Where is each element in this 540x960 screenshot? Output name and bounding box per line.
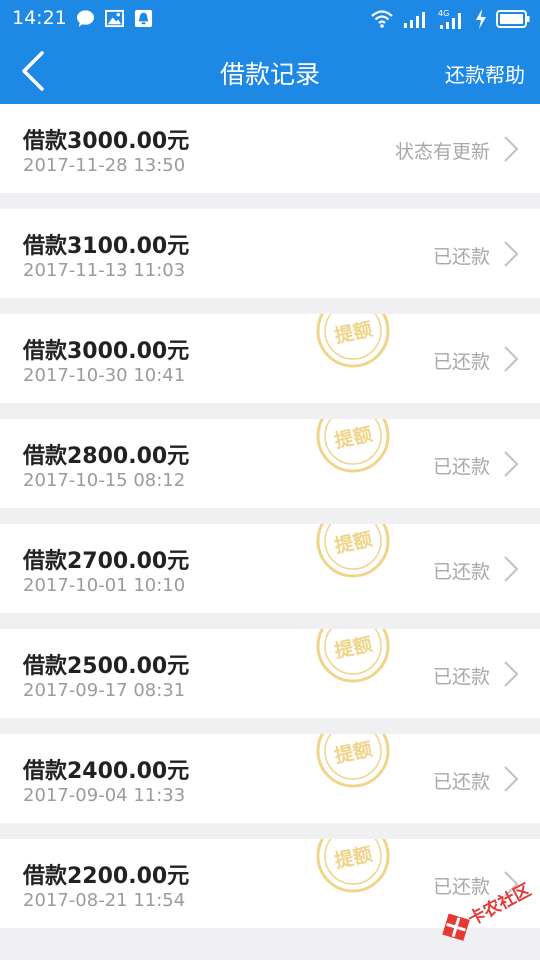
chat-bubble-icon	[76, 10, 95, 28]
stamp-text: 提额	[332, 842, 374, 872]
stamp-text: 提额	[332, 317, 374, 347]
loan-status: 已还款	[432, 246, 490, 268]
quota-raise-stamp-icon: 提额	[316, 419, 390, 473]
loan-amount: 借款2200.00元	[23, 864, 190, 889]
system-icons: 4G	[370, 8, 530, 30]
loan-amount: 借款3000.00元	[23, 129, 190, 154]
chevron-right-icon	[504, 136, 519, 162]
loan-date: 2017-10-15 08:12	[23, 470, 186, 491]
loan-status: 已还款	[432, 456, 490, 478]
chevron-right-icon	[504, 661, 519, 687]
loan-status: 已还款	[432, 561, 490, 583]
loan-status: 已还款	[432, 666, 490, 688]
chevron-right-icon	[504, 241, 519, 267]
loan-date: 2017-11-28 13:50	[23, 155, 186, 176]
loan-record-item[interactable]: 借款3000.00元 2017-11-28 13:50 状态有更新	[0, 104, 540, 193]
loan-date: 2017-09-04 11:33	[23, 785, 186, 806]
loan-amount: 借款3100.00元	[23, 234, 190, 259]
quota-raise-stamp-icon: 提额	[316, 734, 390, 788]
chevron-right-icon	[504, 556, 519, 582]
signal-icon	[404, 12, 425, 28]
chevron-right-icon	[504, 346, 519, 372]
image-icon	[105, 9, 124, 28]
loan-record-item[interactable]: 提额 借款2400.00元 2017-09-04 11:33 已还款	[0, 734, 540, 823]
quota-raise-stamp-icon: 提额	[316, 629, 390, 683]
app-notification-icon	[134, 9, 153, 28]
loan-amount: 借款3000.00元	[23, 339, 190, 364]
loan-status: 已还款	[432, 351, 490, 373]
loan-record-item[interactable]: 借款3100.00元 2017-11-13 11:03 已还款	[0, 209, 540, 298]
loan-date: 2017-09-17 08:31	[23, 680, 186, 701]
stamp-text: 提额	[332, 737, 374, 767]
watermark-text: 卡农社区	[465, 879, 535, 929]
svg-text:4G: 4G	[438, 9, 449, 18]
loan-status: 已还款	[432, 771, 490, 793]
battery-icon	[496, 10, 530, 28]
stamp-text: 提额	[332, 527, 374, 557]
loan-date: 2017-11-13 11:03	[23, 260, 186, 281]
loan-amount: 借款2800.00元	[23, 444, 190, 469]
loan-record-item[interactable]: 提额 借款3000.00元 2017-10-30 10:41 已还款	[0, 314, 540, 403]
loan-date: 2017-10-30 10:41	[23, 365, 186, 386]
wifi-icon	[371, 10, 393, 28]
chevron-right-icon	[504, 451, 519, 477]
loan-record-item[interactable]: 提额 借款2500.00元 2017-09-17 08:31 已还款	[0, 629, 540, 718]
signal-4g-icon: 4G	[438, 9, 461, 29]
loan-record-item[interactable]: 提额 借款2800.00元 2017-10-15 08:12 已还款	[0, 419, 540, 508]
loan-amount: 借款2500.00元	[23, 654, 190, 679]
loan-date: 2017-10-01 10:10	[23, 575, 186, 596]
watermark-logo: 卡农社区	[442, 879, 535, 941]
nav-bar: 借款记录 还款帮助	[0, 38, 540, 104]
charging-icon	[476, 9, 486, 29]
stamp-text: 提额	[332, 422, 374, 452]
loan-amount: 借款2400.00元	[23, 759, 190, 784]
notification-icons	[76, 9, 153, 28]
chevron-right-icon	[504, 766, 519, 792]
quota-raise-stamp-icon: 提额	[316, 524, 390, 578]
quota-raise-stamp-icon: 提额	[316, 314, 390, 368]
quota-raise-stamp-icon: 提额	[316, 839, 390, 893]
loan-date: 2017-08-21 11:54	[23, 890, 186, 911]
loan-record-item[interactable]: 提额 借款2700.00元 2017-10-01 10:10 已还款	[0, 524, 540, 613]
loan-status: 状态有更新	[394, 141, 490, 163]
status-bar: 14:21 4G	[0, 0, 540, 38]
stamp-text: 提额	[332, 632, 374, 662]
repayment-help-button[interactable]: 还款帮助	[445, 59, 525, 88]
status-time: 14:21	[12, 7, 67, 29]
loan-amount: 借款2700.00元	[23, 549, 190, 574]
